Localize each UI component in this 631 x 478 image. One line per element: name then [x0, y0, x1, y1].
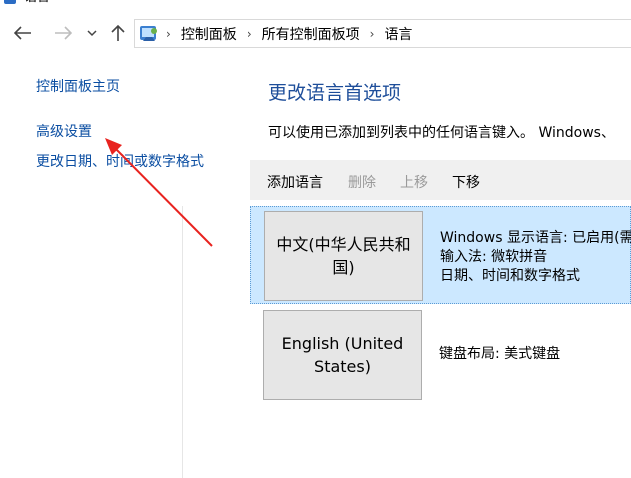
- sidebar-item-control-panel-home[interactable]: 控制面板主页: [36, 76, 120, 96]
- back-arrow-icon: [14, 26, 31, 40]
- language-tile[interactable]: English (United States): [263, 310, 422, 400]
- page-title: 更改语言首选项: [268, 82, 402, 104]
- breadcrumb-separator: ›: [246, 26, 252, 41]
- language-list: 中文(中华人民共和国) Windows 显示语言: 已启用(需 输入法: 微软拼…: [250, 206, 631, 478]
- language-details: Windows 显示语言: 已启用(需 输入法: 微软拼音 日期、时间和数字格式: [440, 229, 631, 286]
- window-title: 语言: [24, 0, 50, 6]
- chevron-down-icon: [87, 30, 97, 37]
- language-detail-line: 输入法: 微软拼音: [440, 249, 548, 265]
- list-divider: [182, 206, 183, 478]
- language-detail-line: 键盘布局: 美式键盘: [439, 346, 561, 362]
- move-down-button[interactable]: 下移: [452, 172, 480, 192]
- up-button[interactable]: [106, 21, 130, 45]
- address-bar[interactable]: › 控制面板 › 所有控制面板项 › 语言: [134, 19, 631, 48]
- breadcrumb-separator: ›: [166, 26, 171, 41]
- recent-locations-button[interactable]: [84, 21, 100, 45]
- breadcrumb-separator: ›: [369, 26, 375, 41]
- control-panel-icon: [138, 23, 160, 45]
- language-details: 键盘布局: 美式键盘: [439, 345, 560, 364]
- language-toolbar: 添加语言 删除 上移 下移: [250, 160, 631, 200]
- sidebar-item-advanced-settings[interactable]: 高级设置: [36, 121, 92, 141]
- back-button[interactable]: [10, 21, 36, 45]
- language-detail-line: 日期、时间和数字格式: [440, 268, 580, 284]
- move-up-button[interactable]: 上移: [400, 172, 428, 192]
- breadcrumb-item-all-items[interactable]: 所有控制面板项: [262, 24, 360, 44]
- forward-arrow-icon: [55, 26, 72, 40]
- language-row-chinese[interactable]: 中文(中华人民共和国) Windows 显示语言: 已启用(需 输入法: 微软拼…: [250, 206, 631, 304]
- remove-button[interactable]: 删除: [348, 172, 376, 192]
- title-bar: 语言: [0, 0, 631, 6]
- page-description: 可以使用已添加到列表中的任何语言键入。 Windows、: [268, 125, 615, 141]
- navigation-bar: › 控制面板 › 所有控制面板项 › 语言: [0, 16, 631, 50]
- breadcrumb-item-language[interactable]: 语言: [384, 24, 412, 44]
- language-detail-line: Windows 显示语言: 已启用(需: [440, 230, 631, 246]
- sidebar-item-change-date-time-format[interactable]: 更改日期、时间或数字格式: [36, 151, 204, 171]
- add-language-button[interactable]: 添加语言: [267, 172, 323, 192]
- language-row-english[interactable]: English (United States) 键盘布局: 美式键盘: [250, 308, 631, 406]
- breadcrumb-item-control-panel[interactable]: 控制面板: [181, 24, 237, 44]
- language-app-icon: [4, 0, 16, 4]
- up-arrow-icon: [111, 24, 125, 41]
- forward-button[interactable]: [50, 21, 76, 45]
- language-tile[interactable]: 中文(中华人民共和国): [264, 211, 423, 301]
